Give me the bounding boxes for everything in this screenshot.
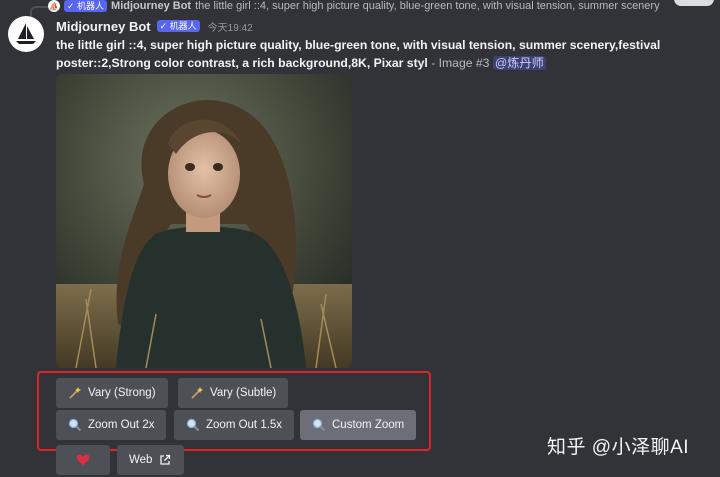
timestamp: 今天19:42 (207, 22, 253, 34)
magic-wand-icon (190, 386, 204, 400)
message-hover-toolbar (672, 0, 720, 6)
vary-strong-label: Vary (Strong) (88, 387, 156, 399)
zoom-out-2x-label: Zoom Out 2x (88, 419, 155, 431)
reply-preview[interactable]: ⛵ ✓ 机器人 Midjourney Bot the little girl :… (48, 0, 720, 12)
magic-wand-icon (68, 386, 82, 400)
custom-zoom-label: Custom Zoom (332, 419, 405, 431)
image-meta: - Image #3 (427, 56, 493, 70)
zoom-out-1-5x-button[interactable]: Zoom Out 1.5x (174, 410, 295, 440)
reply-username[interactable]: Midjourney Bot (111, 0, 191, 12)
external-link-icon (158, 453, 172, 467)
zoom-out-2x-button[interactable]: Zoom Out 2x (56, 410, 167, 440)
web-label: Web (129, 454, 153, 466)
vary-subtle-button[interactable]: Vary (Subtle) (178, 378, 289, 408)
user-mention[interactable]: @炼丹师 (492, 56, 546, 70)
vary-strong-button[interactable]: Vary (Strong) (56, 378, 168, 408)
zoom-out-1-5x-label: Zoom Out 1.5x (206, 419, 283, 431)
prompt-bold: the little girl ::4, super high picture … (56, 38, 661, 70)
message-header: Midjourney Bot ✓ 机器人 今天19:42 (56, 17, 253, 35)
sailboat-icon (16, 23, 36, 44)
magnifier-icon (312, 418, 326, 432)
reply-bot-badge: ✓ 机器人 (64, 0, 108, 12)
reply-avatar: ⛵ (48, 0, 60, 12)
prompt-text: the little girl ::4, super high picture … (56, 36, 706, 72)
generated-image[interactable] (56, 74, 352, 368)
vary-subtle-label: Vary (Subtle) (210, 387, 277, 399)
bot-avatar[interactable] (8, 16, 44, 52)
magnifier-icon (68, 418, 82, 432)
magnifier-icon (186, 418, 200, 432)
watermark: 知乎 @小泽聊AI (547, 437, 690, 458)
custom-zoom-button[interactable]: Custom Zoom (300, 410, 417, 440)
reply-text[interactable]: the little girl ::4, super high picture … (195, 0, 659, 12)
bot-badge: ✓ 机器人 (156, 20, 200, 32)
heart-icon (76, 453, 90, 467)
reply-spine (30, 6, 48, 18)
username[interactable]: Midjourney Bot (56, 19, 151, 34)
web-link-button[interactable]: Web (117, 445, 185, 475)
favorite-button[interactable] (56, 445, 110, 475)
